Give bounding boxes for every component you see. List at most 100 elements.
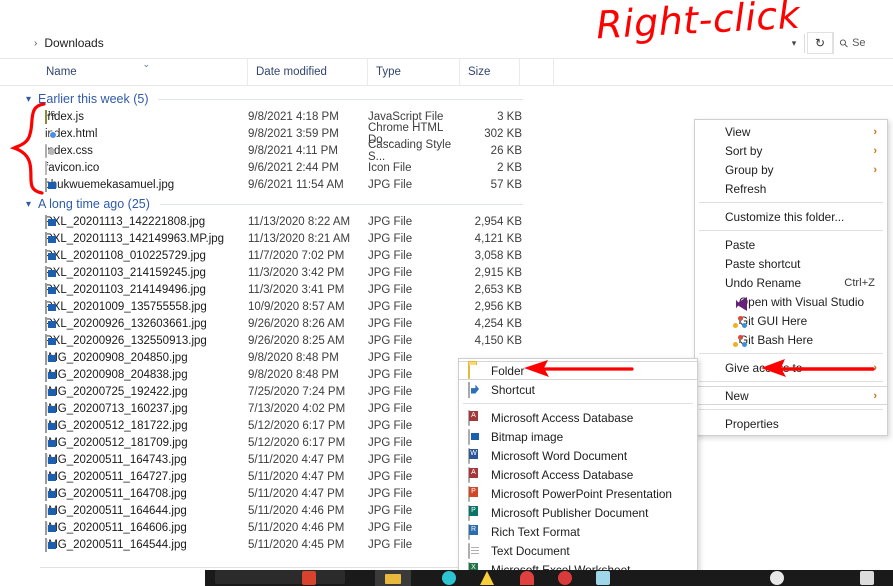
new-menu-item-folder[interactable]: Folder bbox=[459, 361, 697, 380]
chevron-down-icon[interactable]: ▾ bbox=[26, 94, 31, 105]
table-row[interactable]: IMG_20200511_164708.jpg 5/11/2020 4:47 PM… bbox=[0, 485, 893, 502]
menu-item-git-bash-here[interactable]: Git Bash Here bbox=[695, 330, 887, 349]
column-header-type[interactable]: Type bbox=[368, 59, 460, 85]
file-icon-cell bbox=[0, 248, 56, 263]
js-file-icon bbox=[45, 109, 55, 124]
menu-item-give-access-to[interactable]: Give access to › bbox=[695, 358, 887, 377]
file-type: JPG File bbox=[368, 453, 413, 466]
breadcrumb[interactable]: › Downloads bbox=[34, 36, 104, 50]
file-name: index.js bbox=[45, 110, 84, 123]
file-group-header[interactable]: ▾ Earlier this week (5) bbox=[0, 90, 893, 108]
folder-icon bbox=[468, 362, 470, 379]
menu-item-paste-shortcut[interactable]: Paste shortcut bbox=[695, 254, 887, 273]
new-menu-item-rich-text-format[interactable]: Rich Text Format bbox=[459, 522, 697, 541]
rich-text-icon bbox=[468, 523, 470, 540]
file-icon-cell bbox=[0, 265, 56, 280]
new-menu-item-label: Microsoft Access Database bbox=[491, 410, 634, 425]
search-text: Se bbox=[852, 37, 866, 49]
column-header-size-label: Size bbox=[468, 66, 491, 78]
menu-item-label: New bbox=[725, 388, 749, 403]
file-date-modified: 5/12/2020 6:17 PM bbox=[248, 419, 346, 432]
taskbar bbox=[0, 570, 893, 586]
file-date-modified: 11/7/2020 7:02 PM bbox=[248, 249, 345, 262]
new-menu-item-label: Microsoft PowerPoint Presentation bbox=[491, 486, 672, 501]
taskbar-clock-area[interactable] bbox=[860, 571, 874, 585]
file-size: 2,653 KB bbox=[474, 283, 522, 296]
file-date-modified: 5/11/2020 4:45 PM bbox=[248, 538, 345, 551]
new-menu-item-label: Microsoft Publisher Document bbox=[491, 505, 649, 520]
search-input[interactable]: ⚲ Se bbox=[833, 32, 893, 54]
file-date-modified: 11/13/2020 8:21 AM bbox=[248, 232, 351, 245]
new-menu-item-microsoft-publisher-document[interactable]: Microsoft Publisher Document bbox=[459, 503, 697, 522]
menu-item-group-by[interactable]: Group by › bbox=[695, 160, 887, 179]
menu-item-undo-rename[interactable]: Undo Rename Ctrl+Z bbox=[695, 273, 887, 292]
taskbar-app-icon-2[interactable] bbox=[520, 571, 534, 585]
menu-item-paste[interactable]: Paste bbox=[695, 235, 887, 254]
new-menu-item-microsoft-access-database[interactable]: Microsoft Access Database bbox=[459, 465, 697, 484]
file-type: JPG File bbox=[368, 521, 413, 534]
menu-item-properties[interactable]: Properties bbox=[695, 414, 887, 433]
new-menu-item-microsoft-word-document[interactable]: Microsoft Word Document bbox=[459, 446, 697, 465]
menu-item-label: View bbox=[725, 124, 751, 139]
new-menu-item-bitmap-image[interactable]: Bitmap image bbox=[459, 427, 697, 446]
new-menu-item-microsoft-powerpoint-presentation[interactable]: Microsoft PowerPoint Presentation bbox=[459, 484, 697, 503]
refresh-button[interactable]: ↻ bbox=[807, 32, 833, 54]
menu-item-label: Open with Visual Studio bbox=[739, 294, 865, 309]
file-icon-cell bbox=[0, 469, 56, 484]
file-icon-cell bbox=[0, 418, 56, 433]
menu-item-label: Refresh bbox=[725, 181, 767, 196]
taskbar-app-icon-4[interactable] bbox=[596, 571, 610, 585]
taskbar-tray-icon[interactable] bbox=[770, 571, 784, 585]
new-submenu[interactable]: Folder Shortcut Microsoft Access Database B… bbox=[458, 358, 698, 586]
menu-item-sort-by[interactable]: Sort by › bbox=[695, 141, 887, 160]
taskbar-pdf-icon[interactable] bbox=[302, 571, 316, 585]
breadcrumb-label: Downloads bbox=[44, 36, 104, 50]
file-group-title: Earlier this week (5) bbox=[38, 92, 149, 106]
new-menu-item-microsoft-access-database[interactable]: Microsoft Access Database bbox=[459, 408, 697, 427]
table-row[interactable]: IMG_20200512_181709.jpg 5/12/2020 6:17 PM… bbox=[0, 434, 893, 451]
context-menu[interactable]: View › Sort by › Group by › Refresh Customize t… bbox=[694, 119, 888, 436]
taskbar-search-box[interactable] bbox=[215, 570, 345, 584]
file-type: JPG File bbox=[368, 385, 413, 398]
menu-item-refresh[interactable]: Refresh bbox=[695, 179, 887, 198]
chevron-down-icon[interactable]: ▾ bbox=[26, 199, 31, 210]
taskbar-chrome-icon[interactable] bbox=[442, 571, 456, 585]
menu-item-open-with-visual-studio[interactable]: Open with Visual Studio bbox=[695, 292, 887, 311]
chevron-right-icon: › bbox=[873, 125, 877, 138]
column-header-date-label: Date modified bbox=[256, 66, 327, 78]
file-name: PXL_20201103_214149496.jpg bbox=[45, 283, 206, 296]
shortcut-icon bbox=[468, 381, 470, 398]
new-menu-item-text-document[interactable]: Text Document bbox=[459, 541, 697, 560]
file-icon-cell bbox=[0, 452, 56, 467]
file-type: JPG File bbox=[368, 487, 413, 500]
table-row[interactable]: IMG_20200511_164544.jpg 5/11/2020 4:45 PM… bbox=[0, 536, 893, 553]
file-icon-cell bbox=[0, 282, 56, 297]
taskbar-file-explorer-icon[interactable] bbox=[375, 570, 411, 586]
menu-item-new[interactable]: New › bbox=[695, 386, 887, 405]
table-row[interactable]: IMG_20200511_164644.jpg 5/11/2020 4:46 PM… bbox=[0, 502, 893, 519]
file-icon-cell bbox=[0, 177, 56, 192]
table-row[interactable]: IMG_20200511_164743.jpg 5/11/2020 4:47 PM… bbox=[0, 451, 893, 468]
table-row[interactable]: IMG_20200511_164606.jpg 5/11/2020 4:46 PM… bbox=[0, 519, 893, 536]
column-header-size[interactable]: Size bbox=[460, 59, 520, 85]
file-size: 3,058 KB bbox=[474, 249, 522, 262]
jpg-file-icon bbox=[45, 231, 56, 246]
menu-item-shortcut: Ctrl+Z bbox=[844, 276, 875, 289]
column-header-name[interactable]: ⌄ Name bbox=[38, 59, 248, 85]
chevron-down-icon[interactable]: ▾ bbox=[786, 38, 802, 49]
menu-separator bbox=[699, 202, 883, 203]
text-document-icon bbox=[468, 542, 470, 559]
file-size: 2 KB bbox=[497, 161, 522, 174]
new-menu-item-shortcut[interactable]: Shortcut bbox=[459, 380, 697, 399]
menu-item-customize-this-folder[interactable]: Customize this folder... bbox=[695, 207, 887, 226]
menu-separator bbox=[463, 403, 693, 404]
column-header-date-modified[interactable]: Date modified bbox=[248, 59, 368, 85]
file-date-modified: 11/3/2020 3:41 PM bbox=[248, 283, 345, 296]
file-date-modified: 9/8/2021 3:59 PM bbox=[248, 127, 339, 140]
jpg-file-icon bbox=[45, 452, 56, 467]
menu-item-git-gui-here[interactable]: Git GUI Here bbox=[695, 311, 887, 330]
menu-item-label: Git GUI Here bbox=[739, 313, 808, 328]
table-row[interactable]: IMG_20200511_164727.jpg 5/11/2020 4:47 PM… bbox=[0, 468, 893, 485]
menu-item-view[interactable]: View › bbox=[695, 122, 887, 141]
taskbar-app-icon-3[interactable] bbox=[558, 571, 572, 585]
